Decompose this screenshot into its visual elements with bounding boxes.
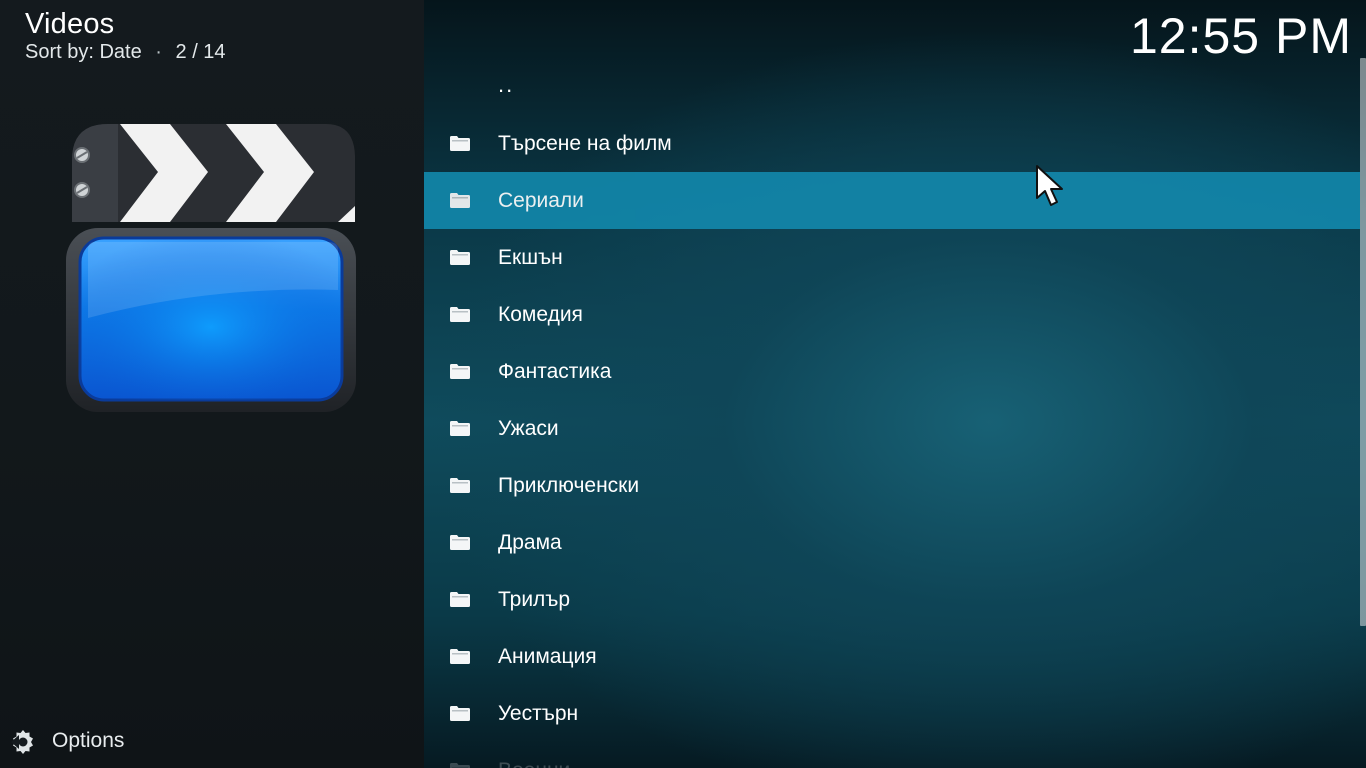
list-item[interactable]: Комедия bbox=[424, 286, 1360, 343]
list-item[interactable]: Военни bbox=[424, 742, 1360, 768]
list-item-label: Анимация bbox=[498, 644, 597, 668]
list-item-label: Ужаси bbox=[498, 416, 559, 440]
list-item-label: Приключенски bbox=[498, 473, 640, 497]
clock: 12:55 PM bbox=[1129, 8, 1352, 64]
options-gear-icon bbox=[11, 730, 33, 754]
folder-icon bbox=[450, 762, 470, 768]
mouse-cursor-icon bbox=[1036, 165, 1063, 206]
folder-icon bbox=[450, 591, 470, 607]
list-item[interactable]: Уестърн bbox=[424, 685, 1360, 742]
folder-icon bbox=[450, 477, 470, 493]
parent-folder-label: .. bbox=[498, 72, 515, 97]
list-item[interactable]: Фантастика bbox=[424, 343, 1360, 400]
folder-icon bbox=[450, 534, 470, 550]
clapperboard-icon bbox=[66, 124, 356, 412]
list-item-label: Търсене на филм bbox=[498, 131, 672, 155]
folder-icon bbox=[450, 135, 470, 151]
list-item-label: Комедия bbox=[498, 302, 583, 326]
page-title: Videos bbox=[25, 8, 115, 40]
separator: · bbox=[155, 41, 162, 63]
list-item-label: Военни bbox=[498, 759, 570, 768]
list-item-label: Фантастика bbox=[498, 359, 612, 383]
left-panel: Videos Sort by: Date · 2 / 14 Options bbox=[0, 0, 424, 768]
list-item-label: Сериали bbox=[498, 188, 584, 212]
list-item[interactable]: Анимация bbox=[424, 628, 1360, 685]
list-item-label: Уестърн bbox=[498, 701, 579, 725]
parent-folder-item[interactable]: .. bbox=[424, 58, 1360, 115]
folder-icon bbox=[450, 249, 470, 265]
folder-icon bbox=[450, 192, 470, 208]
sort-info: Sort by: Date · 2 / 14 bbox=[25, 40, 226, 64]
folder-icon bbox=[450, 363, 470, 379]
options-label: Options bbox=[52, 729, 125, 752]
folder-icon bbox=[450, 705, 470, 721]
list-item-label: Драма bbox=[498, 530, 562, 554]
folder-icon bbox=[450, 648, 470, 664]
list-item[interactable]: Ужаси bbox=[424, 400, 1360, 457]
scrollbar[interactable] bbox=[1360, 58, 1366, 626]
folder-list: .. Търсене на филм Сериали Екшън Комедия bbox=[424, 58, 1360, 768]
list-item[interactable]: Екшън bbox=[424, 229, 1360, 286]
kodi-window: Videos Sort by: Date · 2 / 14 Options 12… bbox=[0, 0, 1366, 768]
folder-icon bbox=[450, 420, 470, 436]
list-item[interactable]: Търсене на филм bbox=[424, 115, 1360, 172]
list-item-label: Трилър bbox=[498, 587, 571, 611]
folder-icon bbox=[450, 306, 470, 322]
item-position: 2 / 14 bbox=[175, 41, 226, 63]
list-item[interactable]: Трилър bbox=[424, 571, 1360, 628]
list-item-label: Екшън bbox=[498, 245, 563, 269]
list-item-selected[interactable]: Сериали bbox=[424, 172, 1360, 229]
sort-label[interactable]: Sort by: Date bbox=[25, 41, 142, 63]
options-button[interactable]: Options bbox=[10, 726, 124, 756]
file-list-panel: 12:55 PM .. Търсене на филм Сериали Екшъ… bbox=[424, 0, 1366, 768]
list-item[interactable]: Приключенски bbox=[424, 457, 1360, 514]
list-item[interactable]: Драма bbox=[424, 514, 1360, 571]
